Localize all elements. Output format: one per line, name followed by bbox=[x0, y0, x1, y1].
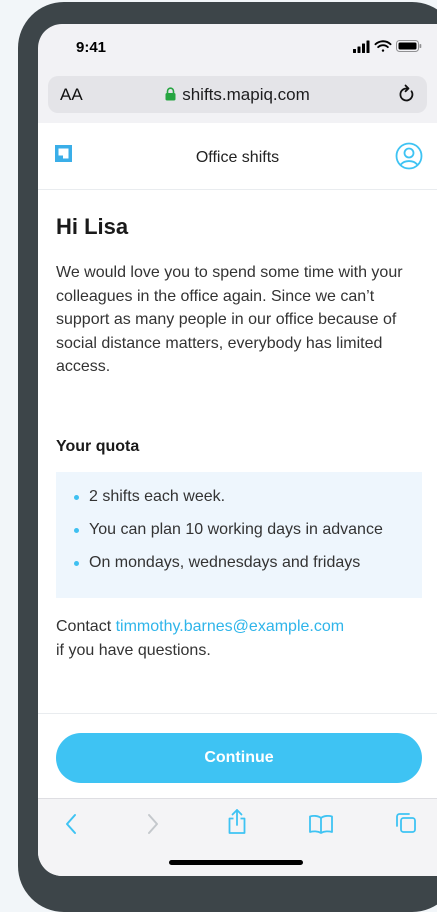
contact-suffix: if you have questions. bbox=[56, 641, 211, 659]
contact-prefix: Contact bbox=[56, 618, 116, 635]
continue-button[interactable]: Continue bbox=[56, 733, 422, 783]
back-icon[interactable] bbox=[64, 813, 78, 835]
divider bbox=[38, 713, 437, 714]
quota-item: 2 shifts each week. bbox=[74, 484, 422, 517]
status-time: 9:41 bbox=[76, 39, 107, 56]
status-bar: 9:41 bbox=[38, 24, 437, 68]
contact-text: Contact timmothy.barnes@example.com if y… bbox=[56, 615, 418, 662]
quota-list: 2 shifts each week. You can plan 10 work… bbox=[56, 472, 422, 583]
browser-toolbar bbox=[38, 798, 437, 876]
lock-icon bbox=[165, 87, 176, 101]
quota-heading: Your quota bbox=[56, 438, 140, 455]
quota-box: 2 shifts each week. You can plan 10 work… bbox=[56, 472, 422, 598]
intro-text: We would love you to spend some time wit… bbox=[56, 264, 403, 376]
signal-icon bbox=[353, 40, 370, 53]
wifi-icon bbox=[374, 40, 392, 52]
url-text: shifts.mapiq.com bbox=[182, 85, 310, 104]
status-icons bbox=[353, 40, 422, 53]
battery-icon bbox=[396, 40, 422, 52]
bookmarks-icon[interactable] bbox=[308, 814, 334, 834]
user-account-icon[interactable] bbox=[395, 142, 423, 170]
contact-email-link[interactable]: timmothy.barnes@example.com bbox=[116, 618, 344, 635]
forward-icon[interactable] bbox=[146, 813, 160, 835]
app-title: Office shifts bbox=[195, 149, 280, 166]
home-indicator[interactable] bbox=[169, 860, 303, 865]
phone-screen: 9:41 AA shifts.mapiq.com Office shifts H… bbox=[38, 24, 437, 876]
browser-address-bar[interactable]: AA shifts.mapiq.com bbox=[48, 76, 427, 113]
share-icon[interactable] bbox=[226, 808, 248, 835]
app-header: Office shifts bbox=[38, 123, 437, 190]
quota-item: You can plan 10 working days in advance bbox=[74, 517, 422, 550]
reload-icon[interactable] bbox=[397, 83, 417, 105]
tabs-icon[interactable] bbox=[394, 811, 418, 835]
greeting-heading: Hi Lisa bbox=[56, 214, 129, 239]
quota-item: On mondays, wednesdays and fridays bbox=[74, 550, 422, 583]
web-content: Office shifts Hi Lisa We would love you … bbox=[38, 123, 437, 798]
